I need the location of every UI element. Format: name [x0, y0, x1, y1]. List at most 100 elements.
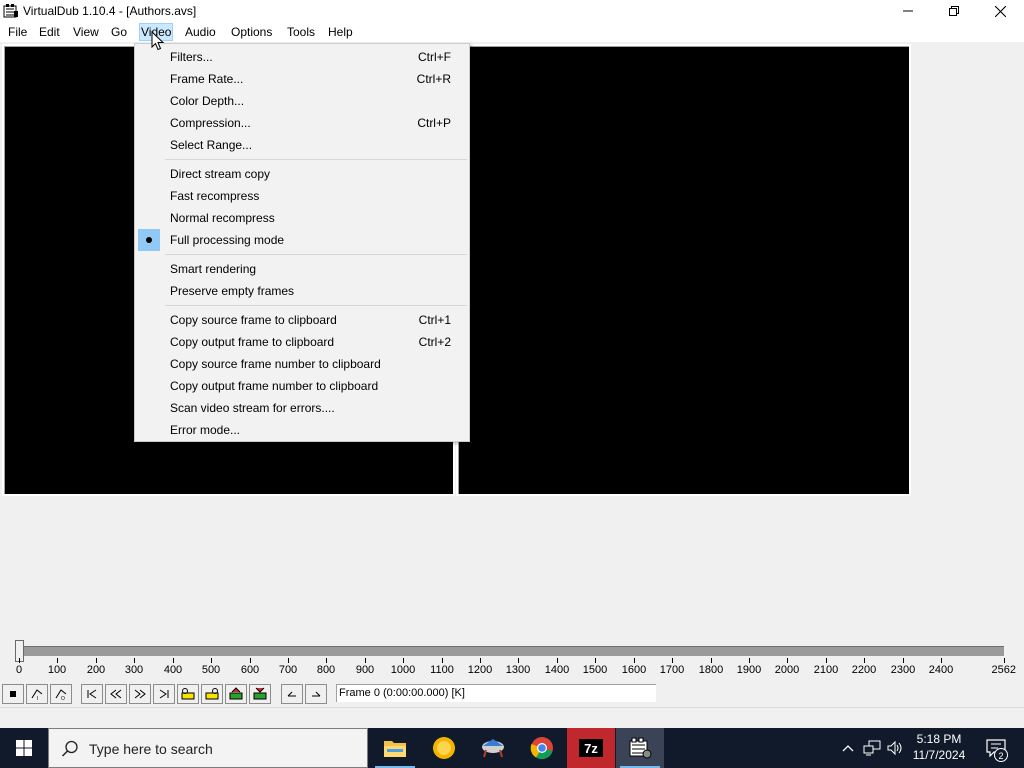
menu-edit[interactable]: Edit: [38, 24, 61, 40]
timeline-tick: [903, 658, 904, 663]
taskbar-app-yellow[interactable]: [420, 728, 468, 768]
menu-item-shortcut: Ctrl+1: [418, 313, 451, 327]
menu-item-copy-output-frame[interactable]: Copy output frame to clipboard Ctrl+2: [137, 331, 467, 353]
timeline-tick: [826, 658, 827, 663]
tray-volume[interactable]: [883, 728, 907, 768]
menu-item-copy-output-frame-number[interactable]: Copy output frame number to clipboard: [137, 375, 467, 397]
menu-item-full-processing-mode[interactable]: Full processing mode: [137, 229, 467, 251]
menu-file[interactable]: File: [7, 24, 28, 40]
restore-button[interactable]: [931, 0, 977, 22]
scene-next-icon: [253, 687, 267, 700]
restore-icon: [949, 6, 959, 16]
menu-go[interactable]: Go: [110, 24, 128, 40]
timeline-tick: [19, 658, 20, 663]
tray-show-hidden[interactable]: [836, 728, 860, 768]
menu-separator: [165, 159, 467, 160]
mark-in-icon: [287, 691, 296, 697]
mark-in-button[interactable]: [281, 684, 303, 704]
taskbar-chrome[interactable]: [518, 728, 566, 768]
mark-out-button[interactable]: [305, 684, 327, 704]
timeline-tick: [211, 658, 212, 663]
menu-item-preserve-empty-frames[interactable]: Preserve empty frames: [137, 280, 467, 302]
yellow-circle-app-icon: [433, 737, 455, 759]
menu-item-label: Color Depth...: [170, 94, 245, 108]
taskbar-app-bird[interactable]: [469, 728, 517, 768]
go-start-button[interactable]: [81, 684, 103, 704]
timeline-label: 1300: [505, 664, 531, 676]
menu-separator: [165, 305, 467, 306]
taskbar-7zip[interactable]: 7z: [567, 728, 615, 768]
key-next-icon: [205, 688, 219, 700]
prev-keyframe-button[interactable]: [177, 684, 199, 704]
timeline-label: 2300: [890, 664, 916, 676]
timeline-tick: [749, 658, 750, 663]
timeline-label: 0: [15, 664, 23, 676]
next-scene-button[interactable]: [249, 684, 271, 704]
taskbar-clock[interactable]: 5:18 PM 11/7/2024: [906, 731, 972, 765]
timeline-label: 900: [355, 664, 375, 676]
play-output-button[interactable]: O: [50, 684, 72, 704]
menu-item-copy-source-frame-number[interactable]: Copy source frame number to clipboard: [137, 353, 467, 375]
menu-item-scan-video-stream[interactable]: Scan video stream for errors....: [137, 397, 467, 419]
timeline-tick: [672, 658, 673, 663]
minimize-button[interactable]: [885, 0, 931, 22]
menu-item-copy-source-frame[interactable]: Copy source frame to clipboard Ctrl+1: [137, 309, 467, 331]
timeline-tick: [1004, 658, 1005, 663]
svg-text:7z: 7z: [584, 741, 598, 756]
menu-item-label: Frame Rate...: [170, 72, 244, 86]
menu-item-direct-stream-copy[interactable]: Direct stream copy: [137, 163, 467, 185]
timeline-label: 300: [124, 664, 144, 676]
menu-options[interactable]: Options: [230, 24, 273, 40]
7zip-icon: 7z: [579, 739, 603, 757]
menu-item-compression[interactable]: Compression... Ctrl+P: [137, 112, 467, 134]
tray-network[interactable]: [860, 728, 884, 768]
close-button[interactable]: [977, 0, 1023, 22]
timeline-tick: [173, 658, 174, 663]
output-video-pane[interactable]: [456, 44, 911, 496]
mark-out-icon: [312, 691, 321, 697]
prev-scene-button[interactable]: [225, 684, 247, 704]
menu-item-label: Fast recompress: [170, 189, 260, 203]
menu-item-fast-recompress[interactable]: Fast recompress: [137, 185, 467, 207]
timeline-tick: [57, 658, 58, 663]
taskbar-virtualdub[interactable]: [616, 728, 664, 768]
menu-item-select-range[interactable]: Select Range...: [137, 134, 467, 156]
taskbar: Type here to search 7z 5:18 PM 11/7/2024…: [0, 728, 1024, 768]
step-back-button[interactable]: [105, 684, 127, 704]
timeline-label: 700: [278, 664, 298, 676]
menu-item-normal-recompress[interactable]: Normal recompress: [137, 207, 467, 229]
menu-item-smart-rendering[interactable]: Smart rendering: [137, 258, 467, 280]
menu-item-label: Normal recompress: [170, 211, 275, 225]
timeline-label: 2562: [991, 664, 1016, 676]
play-input-button[interactable]: I: [26, 684, 48, 704]
timeline-label: 1200: [467, 664, 493, 676]
taskbar-search-box[interactable]: Type here to search: [48, 728, 368, 768]
start-button[interactable]: [0, 728, 48, 768]
radio-checked-icon: [138, 229, 160, 251]
menu-item-filters[interactable]: Filters... Ctrl+F: [137, 46, 467, 68]
timeline-track[interactable]: [19, 646, 1004, 656]
menu-help[interactable]: Help: [327, 24, 354, 40]
frame-position-display: Frame 0 (0:00:00.000) [K]: [336, 684, 656, 702]
minimize-icon: [903, 10, 913, 12]
stop-button[interactable]: [2, 684, 24, 704]
menu-audio[interactable]: Audio: [184, 24, 217, 40]
menu-item-frame-rate[interactable]: Frame Rate... Ctrl+R: [137, 68, 467, 90]
timeline-tick: [442, 658, 443, 663]
menu-tools[interactable]: Tools: [286, 24, 316, 40]
notification-count-badge: 2: [994, 748, 1008, 762]
menu-item-color-depth[interactable]: Color Depth...: [137, 90, 467, 112]
menu-item-label: Error mode...: [170, 423, 241, 437]
menu-item-label: Full processing mode: [170, 233, 285, 247]
go-end-button[interactable]: [153, 684, 175, 704]
scene-prev-icon: [229, 687, 243, 700]
fast-forward-icon: [134, 689, 146, 699]
next-keyframe-button[interactable]: [201, 684, 223, 704]
timeline-tick: [365, 658, 366, 663]
step-forward-button[interactable]: [129, 684, 151, 704]
taskbar-file-explorer[interactable]: [371, 728, 419, 768]
action-center-button[interactable]: [978, 728, 1014, 768]
timeline-tick: [634, 658, 635, 663]
menu-view[interactable]: View: [72, 24, 100, 40]
menu-item-error-mode[interactable]: Error mode...: [137, 419, 467, 441]
